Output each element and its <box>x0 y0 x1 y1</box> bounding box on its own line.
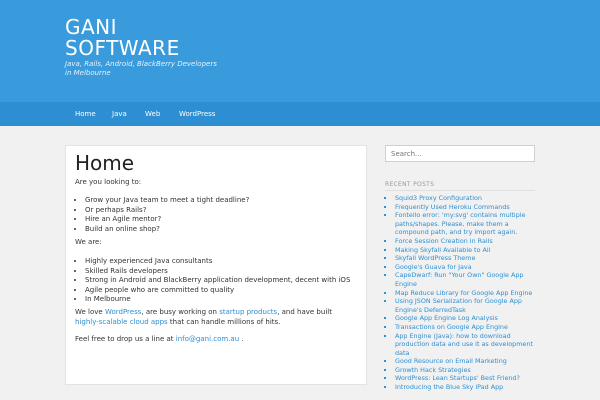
list-item: Agile people who are committed to qualit… <box>85 286 350 296</box>
site-description: Java, Rails, Android, BlackBerry Develop… <box>65 60 217 77</box>
list-item: Or perhaps Rails? <box>85 206 249 216</box>
contact-paragraph: Feel free to drop us a line at info@gani… <box>75 335 244 345</box>
nav-item-java[interactable]: Java <box>112 110 127 118</box>
search-input[interactable] <box>385 145 535 162</box>
recent-post-link[interactable]: Transactions on Google App Engine <box>395 323 535 332</box>
list-item: In Melbourne <box>85 295 350 305</box>
recent-post-link[interactable]: Using JSON Serialization for Google App … <box>395 297 535 314</box>
recent-posts-list: Squid3 Proxy ConfigurationFrequently Use… <box>385 194 535 392</box>
recent-post-link[interactable]: App Engine (Java): how to download produ… <box>395 332 535 358</box>
recent-post-link[interactable]: Introducing the Blue Sky iPad App <box>395 383 535 392</box>
we-are-label: We are: <box>75 238 102 246</box>
site-header: GANI SOFTWARE Java, Rails, Android, Blac… <box>0 0 600 102</box>
recent-post-link[interactable]: CapeDwarf: Run "Your Own" Google App Eng… <box>395 271 535 288</box>
site-title[interactable]: GANI SOFTWARE <box>65 17 180 59</box>
page-title: Home <box>75 151 135 175</box>
email-link[interactable]: info@gani.com.au <box>176 335 239 343</box>
recent-post-link[interactable]: Fontello error: 'my:svg' contains multip… <box>395 211 535 237</box>
nav-item-web[interactable]: Web <box>145 110 160 118</box>
wordpress-link[interactable]: WordPress <box>105 308 141 316</box>
love-text: , and have built <box>277 308 332 316</box>
recent-post-link[interactable]: Google App Engine Log Analysis <box>395 314 535 323</box>
list-item: Hire an Agile mentor? <box>85 215 249 225</box>
nav-item-home[interactable]: Home <box>75 110 96 118</box>
main-nav: Home Java Web WordPress <box>0 102 600 126</box>
list-item: Build an online shop? <box>85 225 249 235</box>
recent-post-link[interactable]: Skyfall WordPress Theme <box>395 254 535 263</box>
recent-post-link[interactable]: Frequently Used Heroku Commands <box>395 203 535 212</box>
recent-posts-heading: RECENT POSTS <box>385 181 435 188</box>
we-are-list: Highly experienced Java consultants Skil… <box>75 257 350 305</box>
list-item: Grow your Java team to meet a tight dead… <box>85 196 249 206</box>
recent-post-link[interactable]: Force Session Creation in Rails <box>395 237 535 246</box>
recent-post-link[interactable]: Squid3 Proxy Configuration <box>395 194 535 203</box>
love-paragraph: We love WordPress, are busy working on s… <box>75 308 357 327</box>
divider <box>385 190 535 191</box>
love-text: , are busy working on <box>141 308 220 316</box>
list-item: Highly experienced Java consultants <box>85 257 350 267</box>
main-content: Home Are you looking to: Grow your Java … <box>65 145 367 385</box>
love-text: that can handle millions of hits. <box>167 317 281 326</box>
cloud-apps-link[interactable]: highly-scalable cloud apps <box>75 318 168 326</box>
contact-text: Feel free to drop us a line at <box>75 335 176 343</box>
recent-post-link[interactable]: WordPress: Lean Startups' Best Friend? <box>395 374 535 383</box>
startup-products-link[interactable]: startup products <box>219 308 277 316</box>
list-item: Skilled Rails developers <box>85 267 350 277</box>
recent-post-link[interactable]: Growth Hack Strategies <box>395 366 535 375</box>
recent-post-link[interactable]: Making Skyfall Available to All <box>395 246 535 255</box>
recent-post-link[interactable]: Map Reduce Library for Google App Engine <box>395 289 535 298</box>
recent-post-link[interactable]: Google's Guava for Java <box>395 263 535 272</box>
looking-list: Grow your Java team to meet a tight dead… <box>75 196 249 234</box>
contact-text: . <box>239 335 244 343</box>
love-text: We love <box>75 308 105 316</box>
list-item: Strong in Android and BlackBerry applica… <box>85 276 350 286</box>
nav-item-wordpress[interactable]: WordPress <box>179 110 215 118</box>
intro-text: Are you looking to: <box>75 178 142 186</box>
recent-post-link[interactable]: Good Resource on Email Marketing <box>395 357 535 366</box>
